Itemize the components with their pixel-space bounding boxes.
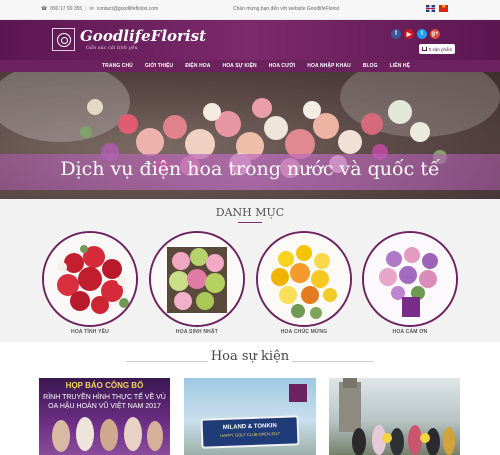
cart-button[interactable]: 0 sản phẩm [419,44,455,54]
cart-label: 0 sản phẩm [428,46,453,52]
brand-name: GoodlifeFlorist [80,26,207,45]
category-thanks[interactable]: HOA CẢM ƠN [362,231,458,341]
email-icon: ✉ [89,6,94,12]
banner-caption: Dịch vụ điện hoa trong nước và quốc tế [60,158,440,180]
event-card-golf[interactable]: MILAND & TONKIN HAPPY GOLF CLUB OPEN 201… [184,378,316,455]
google-plus-icon[interactable]: g+ [430,29,440,39]
social-links: f ▶ t g+ [391,29,440,39]
category-congrats-image[interactable] [256,231,352,327]
nav-item-flower-delivery[interactable]: ĐIỆN HOA [185,63,210,69]
site-header: GoodlifeFlorist Gắn súc cải tinh yêu [0,20,500,60]
nav-item-wedding-flowers[interactable]: HOA CƯỚI [269,63,296,69]
event-card-press-people [52,417,163,452]
category-thanks-label[interactable]: HOA CẢM ƠN [362,329,458,335]
nav-item-about[interactable]: GIỚI THIỆU [145,63,173,69]
nav-item-imported-flowers[interactable]: HOA NHẬP KHẨU [307,63,351,69]
site-logo[interactable]: GoodlifeFlorist Gắn súc cải tinh yêu [52,28,206,51]
phone-number[interactable]: 090 17 99 355 [50,6,82,12]
email-link[interactable]: contact@goodlifeflorist.com [97,6,159,12]
category-love[interactable]: HOA TÌNH YÊU [42,231,138,341]
cart-icon [421,47,427,51]
events-title-rule-right [292,361,374,362]
category-birthday-label[interactable]: HOA SINH NHẬT [149,329,245,335]
contact-separator: | [85,6,87,12]
category-thanks-image[interactable] [362,231,458,327]
contact-info: ☎ 090 17 99 355 | ✉ contact@goodlifeflor… [41,6,158,12]
twitter-icon[interactable]: t [417,29,427,39]
top-bar: ☎ 090 17 99 355 | ✉ contact@goodlifeflor… [0,0,500,20]
event-card-press[interactable]: HỌP BÁO CÔNG BỐ RÌNH TRUYỀN HÌNH THỰC TẾ… [39,378,170,455]
category-title: DANH MỤC [215,206,285,219]
language-switcher [426,3,448,12]
nav-item-contact[interactable]: LIÊN HỆ [390,63,410,69]
welcome-text: Chào mừng bạn đến với website GoodlifeFl… [233,6,340,12]
brand-tagline: Gắn súc cải tinh yêu [86,44,138,51]
main-nav: TRANG CHỦ GIỚI THIỆU ĐIỆN HOA HOA SỰ KIỆ… [0,60,500,72]
vietnam-flag-icon[interactable] [439,3,448,12]
category-love-label[interactable]: HOA TÌNH YÊU [42,329,138,335]
category-title-underline [238,222,262,223]
phone-icon: ☎ [41,6,48,12]
category-birthday[interactable]: HOA SINH NHẬT [149,231,245,341]
event-card-golf-sign-subtitle: HAPPY GOLF CLUB OPEN 2017 [220,430,281,439]
nav-item-event-flowers[interactable]: HOA SỰ KIỆN [222,63,256,69]
category-congrats[interactable]: HOA CHÚC MỪNG [256,231,352,341]
events-title: Hoa sự kiện [210,349,290,364]
event-card-ceremony[interactable] [329,378,460,455]
facebook-icon[interactable]: f [391,29,401,39]
nav-item-blog[interactable]: BLOG [363,63,378,69]
category-birthday-image[interactable] [149,231,245,327]
category-love-image[interactable] [42,231,138,327]
nav-item-home[interactable]: TRANG CHỦ [102,63,133,69]
event-card-golf-logo [289,384,307,402]
event-card-golf-sign: MILAND & TONKIN HAPPY GOLF CLUB OPEN 201… [200,415,300,449]
logo-flower-icon [52,28,75,51]
youtube-icon[interactable]: ▶ [404,29,414,39]
english-flag-icon[interactable] [426,5,435,12]
category-congrats-label[interactable]: HOA CHÚC MỪNG [256,329,352,335]
event-card-ceremony-photo [339,378,455,455]
